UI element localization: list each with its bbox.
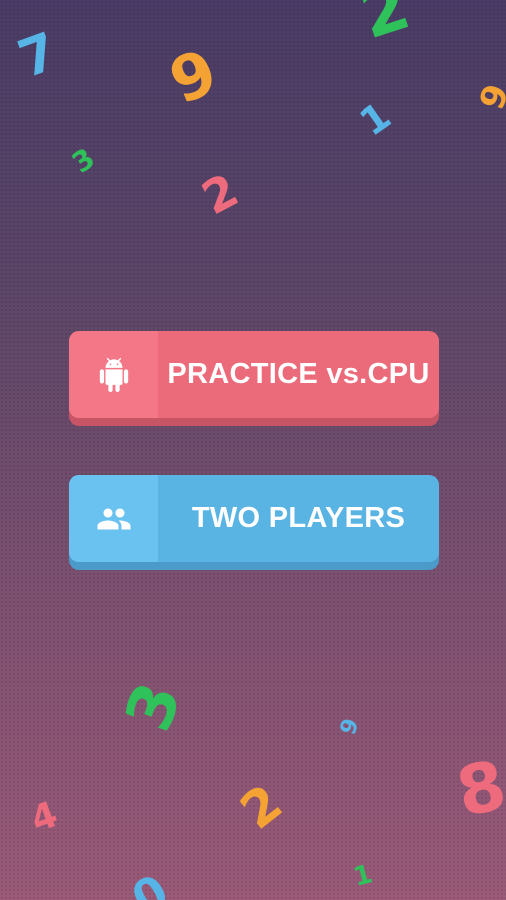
digit-4-pink: 4 [25, 793, 64, 842]
digit-2-orange: 2 [229, 773, 293, 841]
two-players-button[interactable]: TWO PLAYERS [69, 475, 439, 562]
digit-9-orange-edge: 9 [471, 79, 506, 115]
people-icon [97, 508, 130, 529]
practice-vs-cpu-button[interactable]: PRACTICE vs.CPU [69, 331, 439, 418]
digit-8-pink: 8 [450, 745, 506, 834]
digit-3-green-small: 3 [66, 141, 101, 180]
digit-2-pink: 2 [193, 162, 247, 226]
background-texture [0, 0, 506, 900]
two-players-icon-panel [69, 475, 158, 562]
digit-1-blue: 1 [351, 93, 399, 145]
practice-vs-cpu-label: PRACTICE vs.CPU [167, 358, 430, 390]
digit-1-green: 1 [350, 859, 376, 893]
digit-top-2-green: 2 [351, 0, 419, 55]
practice-icon-panel [69, 331, 158, 418]
digit-0-blue-bottom: 0 [122, 863, 178, 900]
android-icon [99, 357, 128, 392]
digit-9-blue-small: 9 [335, 715, 365, 739]
two-players-label: TWO PLAYERS [191, 502, 406, 534]
digit-3-green-large: 3 [111, 673, 197, 741]
digit-7-blue: 7 [10, 21, 66, 91]
digit-9-orange: 9 [159, 34, 228, 119]
